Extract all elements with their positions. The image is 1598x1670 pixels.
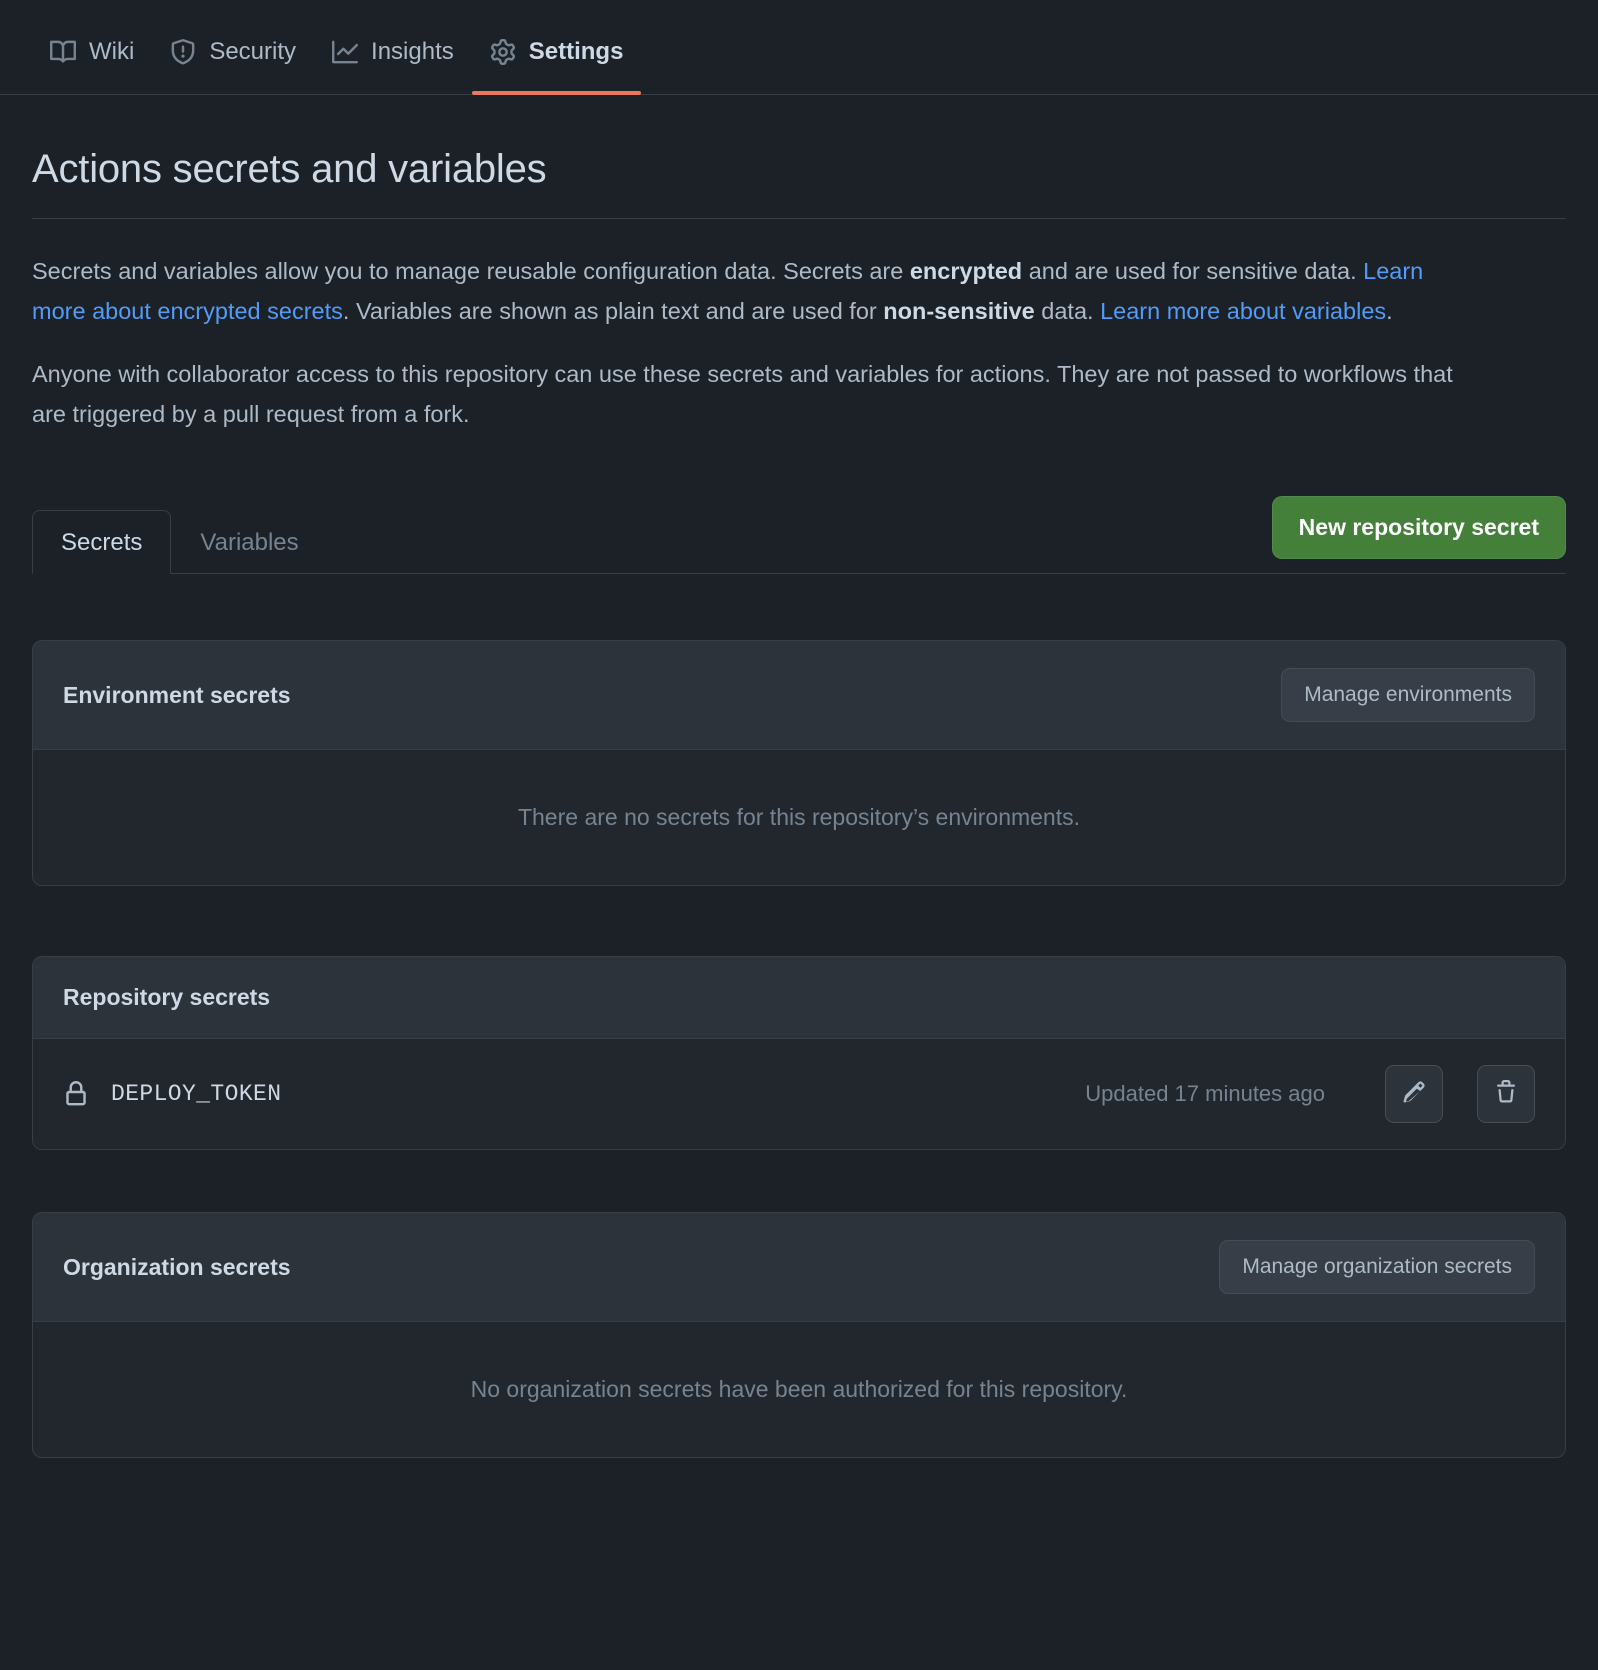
repository-secrets-header: Repository secrets	[33, 957, 1565, 1038]
tab-label: Secrets	[61, 529, 143, 556]
organization-secrets-title: Organization secrets	[63, 1253, 291, 1280]
secret-name: DEPLOY_TOKEN	[111, 1081, 282, 1107]
environment-secrets-title: Environment secrets	[63, 681, 291, 708]
graph-icon	[332, 39, 359, 65]
repository-nav: Wiki Security Insights Settings	[0, 0, 1598, 95]
nav-item-label: Settings	[528, 38, 624, 65]
desc-text-part1: Secrets and variables allow you to manag…	[32, 258, 910, 284]
nav-item-label: Insights	[371, 38, 454, 65]
nav-item-settings[interactable]: Settings	[471, 38, 642, 95]
panel-spacer	[32, 1150, 1566, 1212]
desc-text-part5: .	[1386, 298, 1393, 324]
nav-item-label: Wiki	[89, 38, 135, 65]
new-repository-secret-button[interactable]: New repository secret	[1271, 496, 1566, 559]
manage-organization-secrets-button[interactable]: Manage organization secrets	[1219, 1240, 1535, 1294]
trash-icon	[1494, 1079, 1518, 1109]
edit-secret-button[interactable]	[1385, 1065, 1443, 1123]
secret-list-item: DEPLOY_TOKEN Updated 17 minutes ago	[33, 1038, 1565, 1149]
environment-secrets-empty-message: There are no secrets for this repository…	[33, 749, 1565, 885]
nav-item-security[interactable]: Security	[152, 38, 314, 94]
description-paragraph-2: Anyone with collaborator access to this …	[32, 361, 1453, 427]
title-divider	[32, 218, 1566, 219]
secrets-panels: Environment secrets Manage environments …	[32, 640, 1566, 1458]
lock-icon	[63, 1081, 89, 1107]
tab-label: Variables	[200, 529, 299, 556]
gear-icon	[490, 39, 516, 65]
desc-text-part2: and are used for sensitive data.	[1022, 258, 1364, 284]
tab-list: Secrets Variables	[32, 509, 328, 574]
desc-bold-non-sensitive: non-sensitive	[883, 298, 1035, 324]
tab-secrets[interactable]: Secrets	[32, 510, 172, 574]
environment-secrets-header: Environment secrets Manage environments	[33, 641, 1565, 749]
nav-item-insights[interactable]: Insights	[314, 38, 472, 94]
panel-spacer	[32, 886, 1566, 956]
organization-secrets-panel: Organization secrets Manage organization…	[32, 1212, 1566, 1458]
repository-secrets-panel: Repository secrets DEPLOY_TOKEN Updated …	[32, 956, 1566, 1150]
shield-alert-icon	[170, 39, 196, 65]
organization-secrets-empty-message: No organization secrets have been author…	[33, 1321, 1565, 1457]
tab-variables[interactable]: Variables	[171, 510, 327, 574]
organization-secrets-header: Organization secrets Manage organization…	[33, 1213, 1565, 1321]
nav-item-label: Security	[209, 38, 297, 65]
repository-secrets-title: Repository secrets	[63, 984, 271, 1010]
nav-item-wiki[interactable]: Wiki	[32, 38, 152, 94]
delete-secret-button[interactable]	[1477, 1065, 1535, 1123]
environment-secrets-panel: Environment secrets Manage environments …	[32, 640, 1566, 886]
manage-environments-button[interactable]: Manage environments	[1281, 668, 1535, 722]
pencil-icon	[1402, 1080, 1426, 1109]
link-variables[interactable]: Learn more about variables	[1100, 298, 1386, 324]
secret-updated-timestamp: Updated 17 minutes ago	[1085, 1081, 1325, 1106]
settings-page: Actions secrets and variables Secrets an…	[0, 95, 1598, 1458]
secrets-variables-tabrow: Secrets Variables New repository secret	[32, 496, 1566, 574]
book-icon	[50, 39, 77, 65]
desc-text-part3: . Variables are shown as plain text and …	[342, 298, 884, 324]
desc-text-part4: data.	[1034, 298, 1101, 324]
page-title: Actions secrets and variables	[32, 147, 547, 191]
desc-bold-encrypted: encrypted	[909, 258, 1023, 284]
description-paragraph-1: Secrets and variables allow you to manag…	[32, 251, 1472, 331]
